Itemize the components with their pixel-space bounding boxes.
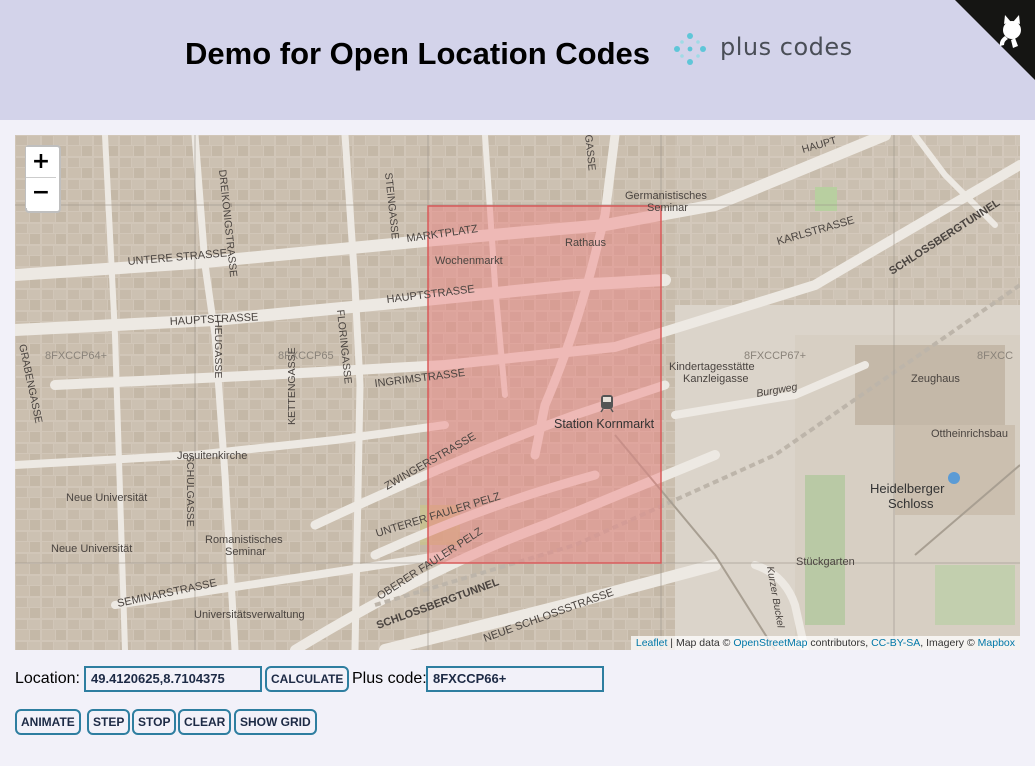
place-label: Heidelberger	[870, 481, 945, 496]
mapbox-link[interactable]: Mapbox	[978, 637, 1015, 649]
map-tiles: MARKTPLATZ UNTERE STRASSE HAUPTSTRASSE H…	[15, 135, 1020, 650]
place-label: Schloss	[888, 496, 934, 511]
place-label: Seminar	[647, 202, 688, 214]
place-label: Neue Universität	[66, 492, 147, 504]
place-label: Germanistisches	[625, 190, 707, 202]
plus-codes-logo-text: plus codes	[720, 33, 853, 61]
attribution-text: contributors,	[807, 637, 872, 649]
street-label: SCHULGASSE	[184, 455, 196, 527]
plus-code-label: Plus code:	[352, 670, 427, 687]
location-marker	[948, 472, 960, 484]
animate-button[interactable]: ANIMATE	[15, 709, 81, 735]
location-label: Location:	[15, 670, 80, 687]
github-corner-icon[interactable]	[955, 0, 1035, 80]
place-label: Rathaus	[565, 237, 606, 249]
place-label: Kanzleigasse	[683, 373, 748, 385]
attribution-text: , Imagery ©	[920, 637, 978, 649]
place-label: Station Kornmarkt	[554, 417, 655, 431]
license-link[interactable]: CC-BY-SA	[871, 637, 920, 649]
show-grid-button[interactable]: SHOW GRID	[234, 709, 317, 735]
stop-button[interactable]: STOP	[132, 709, 177, 735]
grid-code-label: 8FXCCP67+	[744, 350, 806, 362]
grid-code-label: 8FXCCP64+	[45, 350, 107, 362]
grid-code-label: 8FXCCP65	[278, 350, 334, 362]
step-button[interactable]: STEP	[87, 709, 131, 735]
leaflet-link[interactable]: Leaflet	[636, 637, 668, 649]
plus-code-input[interactable]	[426, 666, 604, 692]
zoom-in-button[interactable]: +	[26, 147, 56, 178]
place-label: Stückgarten	[796, 556, 855, 568]
place-label: Universitätsverwaltung	[194, 609, 305, 621]
place-label: Zeughaus	[911, 373, 960, 385]
street-label: HEUGASSE	[212, 320, 224, 378]
clear-button[interactable]: CLEAR	[178, 709, 232, 735]
calculate-button[interactable]: CALCULATE	[265, 666, 350, 692]
grid-code-label: 8FXCC	[977, 350, 1013, 362]
place-label: Neue Universität	[51, 543, 132, 555]
attribution-text: | Map data ©	[667, 637, 734, 649]
map[interactable]: MARKTPLATZ UNTERE STRASSE HAUPTSTRASSE H…	[15, 135, 1020, 650]
location-input[interactable]	[84, 666, 262, 692]
place-label: Seminar	[225, 546, 266, 558]
plus-codes-logo-icon	[674, 33, 706, 65]
place-label: Jesuitenkirche	[177, 450, 247, 462]
place-label: Kindertagesstätte	[669, 361, 755, 373]
page-title: Demo for Open Location Codes	[185, 36, 651, 71]
place-label: Romanistisches	[205, 534, 283, 546]
page-header: Demo for Open Location Codes plus codes	[0, 0, 1035, 120]
place-label: Ottheinrichsbau	[931, 428, 1008, 440]
map-attribution: Leaflet | Map data © OpenStreetMap contr…	[630, 636, 1020, 650]
place-label: Wochenmarkt	[435, 255, 503, 267]
osm-link[interactable]: OpenStreetMap	[733, 637, 807, 649]
zoom-out-button[interactable]: −	[26, 178, 56, 208]
